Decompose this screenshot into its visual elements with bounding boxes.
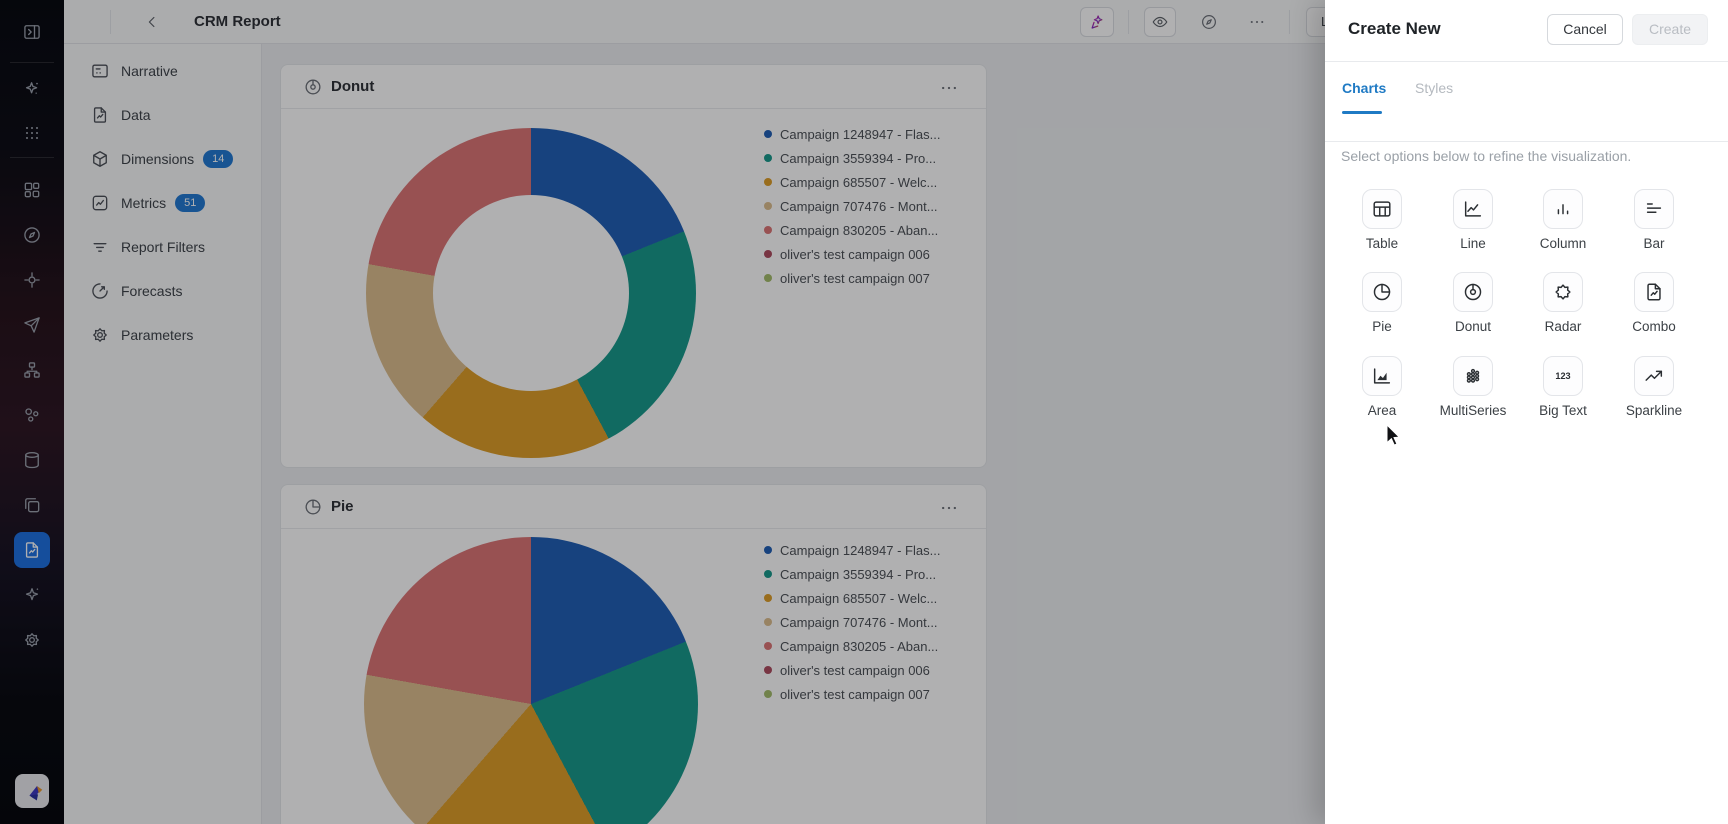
chart-type-tile-line[interactable]: [1453, 189, 1493, 229]
panel-title: Create New: [1348, 19, 1441, 38]
combo-icon: [1647, 283, 1661, 301]
chart-type-label: Radar: [1544, 319, 1582, 334]
chart-type-tile-bar[interactable]: [1634, 189, 1674, 229]
chart-type-tile-table[interactable]: [1362, 189, 1402, 229]
chart-type-label: Line: [1460, 236, 1486, 251]
create-button[interactable]: Create: [1632, 14, 1708, 45]
multiseries-icon: [1466, 368, 1480, 383]
tab-charts[interactable]: Charts: [1342, 80, 1386, 96]
pie-icon: [1373, 283, 1391, 301]
chart-type-tile-sparkline[interactable]: [1634, 356, 1674, 396]
chart-type-tile-pie[interactable]: [1362, 272, 1402, 312]
chart-type-tile-combo[interactable]: [1634, 272, 1674, 312]
radar-icon: [1555, 284, 1571, 300]
chart-type-label: Pie: [1372, 319, 1392, 334]
table-icon: [1373, 201, 1391, 217]
active-tab-underline: [1342, 111, 1382, 114]
sparkline-icon: [1645, 370, 1663, 381]
chart-type-label: Table: [1365, 236, 1399, 251]
chart-type-label: Combo: [1632, 319, 1676, 334]
chart-type-tile-donut[interactable]: [1453, 272, 1493, 312]
chart-type-tile-area[interactable]: [1362, 356, 1402, 396]
panel-instruction: Select options below to refine the visua…: [1341, 148, 1632, 164]
area-chart-icon: [1373, 368, 1391, 384]
mouse-cursor: [1386, 424, 1401, 446]
chart-type-label: Big Text: [1539, 403, 1587, 418]
chart-type-label: Column: [1539, 236, 1587, 251]
chart-type-label: Sparkline: [1625, 403, 1683, 418]
donut-icon: [1464, 283, 1482, 301]
line-chart-icon: [1464, 201, 1482, 217]
divider: [1325, 141, 1728, 142]
app-window: CRM Report Last 30 days NarrativeDataDim…: [0, 0, 1728, 824]
create-new-panel: Create New Cancel Create Charts Styles S…: [1325, 0, 1728, 824]
chart-type-tile-multiseries[interactable]: [1453, 356, 1493, 396]
modal-backdrop: [0, 0, 1325, 824]
chart-type-tile-radar[interactable]: [1543, 272, 1583, 312]
chart-type-label: Donut: [1454, 319, 1492, 334]
big-text-icon: 123: [1555, 371, 1570, 381]
divider: [1325, 61, 1728, 62]
bar-chart-icon: [1646, 203, 1662, 213]
chart-type-label: Bar: [1643, 236, 1665, 251]
chart-type-tile-column[interactable]: [1543, 189, 1583, 229]
cancel-button[interactable]: Cancel: [1547, 14, 1623, 45]
chart-type-label: Area: [1367, 403, 1397, 418]
chart-type-label: MultiSeries: [1439, 403, 1507, 418]
svg-text:123: 123: [1555, 371, 1570, 381]
chart-type-tile-big-text[interactable]: 123: [1543, 356, 1583, 396]
tab-styles[interactable]: Styles: [1415, 80, 1453, 96]
column-chart-icon: [1557, 204, 1569, 215]
